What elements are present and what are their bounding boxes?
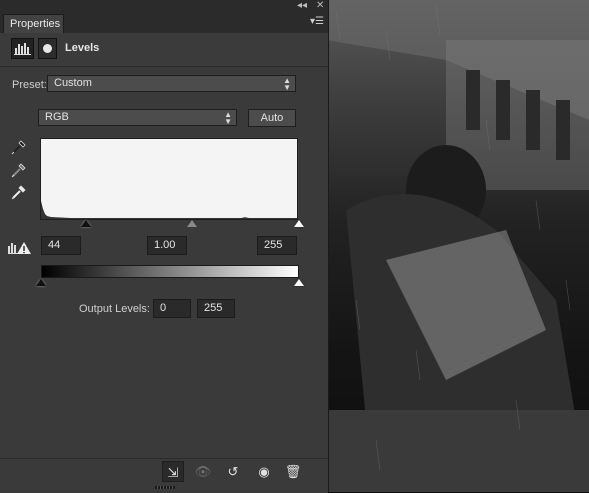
input-black-field[interactable]: 44	[41, 236, 81, 255]
double-chevron-icon[interactable]: ◂◂	[297, 0, 307, 12]
channel-value: RGB	[45, 111, 69, 123]
tab-properties[interactable]: Properties	[3, 14, 64, 33]
reset-icon[interactable]: ↺	[222, 461, 244, 482]
white-point-eyedropper-icon[interactable]	[10, 183, 28, 201]
input-black-slider-handle[interactable]	[80, 220, 91, 227]
clipping-warning-icon[interactable]	[8, 241, 32, 255]
canvas-photo	[326, 0, 589, 492]
close-icon[interactable]: ✕	[316, 0, 324, 12]
rain-scene-image	[326, 0, 589, 492]
panel-footer: ⇲ 👁 ↺ ◉ 🗑	[0, 458, 328, 493]
input-gamma-slider-handle[interactable]	[187, 220, 198, 227]
trash-icon[interactable]: 🗑	[282, 461, 304, 482]
panel-tab-bar: Properties ▾☰	[0, 12, 328, 34]
input-white-field[interactable]: 255	[257, 236, 297, 255]
levels-histogram-icon[interactable]	[11, 38, 34, 59]
preset-value: Custom	[54, 77, 92, 89]
resize-grip[interactable]	[155, 486, 175, 489]
histogram-graph	[41, 201, 297, 219]
input-gamma-field[interactable]: 1.00	[147, 236, 187, 255]
preset-label: Preset:	[12, 79, 47, 91]
adjustment-title: Levels	[65, 42, 100, 54]
gray-point-eyedropper-icon[interactable]	[10, 161, 28, 179]
output-levels-label: Output Levels:	[79, 303, 150, 315]
auto-button[interactable]: Auto	[248, 109, 296, 127]
dropdown-arrows-icon: ▲ ▼	[224, 110, 232, 126]
output-white-field[interactable]: 255	[197, 299, 235, 318]
adjustment-header: Levels	[0, 33, 328, 67]
input-levels-slider[interactable]	[41, 220, 304, 230]
layer-mask-icon[interactable]	[38, 38, 57, 59]
levels-histogram	[40, 138, 298, 220]
output-black-slider-handle[interactable]	[36, 279, 46, 286]
preset-dropdown[interactable]: Custom ▲ ▼	[47, 75, 296, 92]
view-previous-state-icon[interactable]: 👁	[192, 461, 214, 482]
panel-menu-icon[interactable]: ▾☰	[310, 16, 324, 27]
output-levels-slider[interactable]	[36, 279, 304, 289]
clip-to-layer-icon[interactable]: ⇲	[162, 461, 184, 482]
visibility-eye-icon[interactable]: ◉	[253, 461, 275, 482]
output-black-field[interactable]: 0	[153, 299, 191, 318]
output-gradient-bar	[41, 265, 299, 278]
black-point-eyedropper-icon[interactable]	[10, 138, 28, 156]
input-white-slider-handle[interactable]	[294, 220, 304, 227]
properties-panel: ◂◂ ✕ Properties ▾☰ Levels Preset: Custom…	[0, 0, 328, 493]
channel-dropdown[interactable]: RGB ▲ ▼	[38, 109, 237, 126]
panel-top-strip: ◂◂ ✕	[0, 0, 328, 12]
output-white-slider-handle[interactable]	[294, 279, 304, 286]
dropdown-arrows-icon: ▲ ▼	[283, 76, 291, 92]
